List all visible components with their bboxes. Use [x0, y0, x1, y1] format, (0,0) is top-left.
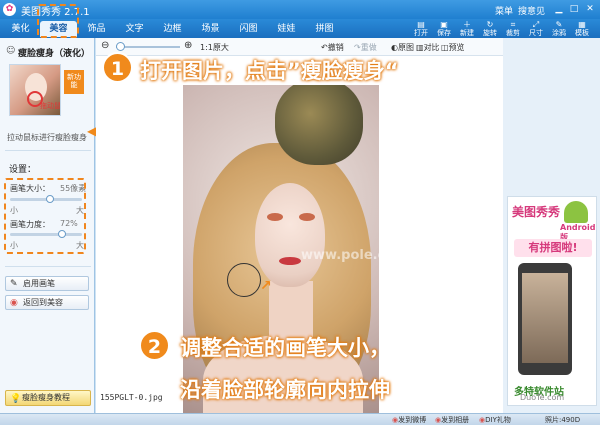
- zoom-knob[interactable]: [116, 42, 125, 51]
- settings-title: 设置：: [9, 165, 37, 175]
- template-button[interactable]: ▦ 模板: [571, 20, 593, 37]
- ad-phone-screen: [522, 273, 568, 363]
- photo-eye: [299, 213, 315, 221]
- step-1-badge: 1: [102, 52, 133, 83]
- template-icon: ▦: [578, 20, 586, 29]
- tab-scene[interactable]: 场景: [192, 21, 229, 37]
- share-album-link[interactable]: ◉发到相册: [435, 415, 469, 425]
- lightbulb-icon: 💡: [10, 394, 22, 404]
- maximize-icon[interactable]: □: [568, 3, 580, 15]
- new-feature-badge: 新功能: [64, 70, 84, 94]
- photo-headpiece: [275, 85, 363, 165]
- diy-gift-link[interactable]: ◉DIY礼物: [479, 415, 511, 425]
- new-icon: ＋: [463, 20, 471, 29]
- zoom-label[interactable]: 1:1原大: [200, 42, 229, 53]
- feature-thumbnail: 拖动鼠标: [9, 64, 61, 116]
- crop-icon: ⌗: [510, 20, 516, 29]
- title-bar: ✿ 美图秀秀 2.7.1 菜单 搜意见 ▁ □ ✕: [0, 0, 600, 19]
- back-icon: ◉: [10, 298, 18, 308]
- zoom-out-icon[interactable]: ⊖: [101, 40, 109, 51]
- tab-frame[interactable]: 边框: [154, 21, 191, 37]
- highlight-beauty-tab: [37, 4, 79, 38]
- rotate-button[interactable]: ↻ 旋转: [479, 20, 501, 37]
- face-slim-icon: ☺: [6, 46, 16, 56]
- left-panel: ☺ 瘦脸瘦身（液化） 拖动鼠标 新功能 ◀ 拉动鼠标进行瘦脸瘦身 设置： 画笔大…: [0, 38, 97, 413]
- tab-beautify[interactable]: 美化: [2, 21, 39, 37]
- photo-eye: [267, 213, 283, 221]
- tab-doll[interactable]: 娃娃: [268, 21, 305, 37]
- undo-button[interactable]: ↶撤销: [321, 42, 344, 53]
- feature-description: 拉动鼠标进行瘦脸瘦身: [7, 133, 87, 142]
- new-button[interactable]: ＋新建: [456, 20, 478, 37]
- rotate-icon: ↻: [486, 20, 494, 29]
- site-url: DuoTe.com: [520, 393, 565, 402]
- status-bar: ◉发到微博 ◉发到相册 ◉DIY礼物 照片:490D: [0, 413, 600, 425]
- tab-collage[interactable]: 拼图: [306, 21, 343, 37]
- step-2-text-line2: 沿着脸部轮廓向内拉伸: [180, 378, 390, 402]
- tab-flash[interactable]: 闪图: [230, 21, 267, 37]
- share-weibo-link[interactable]: ◉发到微博: [392, 415, 426, 425]
- ad-slogan: 有拼图啦!: [514, 239, 592, 257]
- crop-button[interactable]: ⌗ 裁剪: [502, 20, 524, 37]
- original-button[interactable]: ◐原图: [391, 42, 414, 53]
- save-button[interactable]: ▣ 保存: [433, 20, 455, 37]
- preview-button[interactable]: ◫预览: [441, 42, 465, 53]
- brush-cursor: [227, 263, 261, 297]
- file-name: 155PGLT-0.jpg: [100, 393, 163, 402]
- divider: [5, 266, 91, 267]
- photo-size: 照片:490D: [545, 416, 581, 424]
- resize-button[interactable]: ⤢ 尺寸: [525, 20, 547, 37]
- zoom-slider[interactable]: [116, 46, 180, 48]
- photo-face: [255, 183, 325, 287]
- save-icon: ▣: [440, 20, 448, 29]
- step-1-text: 打开图片，点击”瘦脸瘦身“: [140, 59, 399, 83]
- drag-arrow-icon: ↗: [260, 278, 272, 294]
- app-logo-icon: ✿: [3, 3, 16, 16]
- back-to-beauty-button[interactable]: ◉ 返回到美容: [5, 295, 89, 310]
- watermark: www.pole.com: [301, 248, 408, 263]
- resize-icon: ⤢: [532, 20, 540, 29]
- feedback-link[interactable]: 搜意见: [518, 4, 545, 17]
- android-ad-banner[interactable]: 美图秀秀 Android版 有拼图啦! 多特软件站 DuoTe.com: [507, 196, 597, 406]
- tab-accessories[interactable]: 饰品: [78, 21, 115, 37]
- step-2-text-line1: 调整合适的画笔大小，: [180, 336, 390, 360]
- step-2-badge: 2: [139, 330, 170, 361]
- enable-brush-button[interactable]: ✎ 启用画笔: [5, 276, 89, 291]
- zoom-in-icon[interactable]: ⊕: [184, 40, 192, 51]
- tab-text[interactable]: 文字: [116, 21, 153, 37]
- hint-arrow-icon: ◀: [87, 124, 97, 138]
- ad-brand: 美图秀秀: [512, 205, 561, 219]
- tutorial-button[interactable]: 💡 瘦脸瘦身教程: [5, 390, 91, 406]
- doodle-icon: ✎: [555, 20, 563, 29]
- panel-title: 瘦脸瘦身（液化）: [18, 49, 91, 59]
- folder-icon: ▤: [417, 20, 425, 29]
- doodle-button[interactable]: ✎ 涂鸦: [548, 20, 570, 37]
- open-button[interactable]: ▤ 打开: [410, 20, 432, 37]
- thumbnail-caption: 拖动鼠标: [40, 102, 61, 110]
- android-icon: [564, 201, 588, 223]
- photo-lips: [279, 257, 301, 265]
- toolbar: 美化 美容 饰品 文字 边框 场景 闪图 娃娃 拼图 ▤ 打开 ▣ 保存 ＋新建 ↻…: [0, 19, 600, 38]
- minimize-icon[interactable]: ▁: [553, 3, 565, 15]
- right-panel: 美图秀秀 Android版 有拼图啦! 多特软件站 DuoTe.com: [503, 38, 600, 413]
- close-icon[interactable]: ✕: [584, 3, 596, 15]
- canvas-toolbar: ⊖ ⊕ 1:1原大 ↶撤销 ↷重做 ◐原图 ▥对比 ◫预览: [96, 38, 503, 56]
- menu-link[interactable]: 菜单: [495, 4, 513, 17]
- redo-button[interactable]: ↷重做: [354, 42, 377, 53]
- compare-button[interactable]: ▥对比: [416, 42, 440, 53]
- brush-icon: ✎: [10, 279, 18, 289]
- divider: [5, 150, 91, 151]
- highlight-settings: [4, 178, 86, 254]
